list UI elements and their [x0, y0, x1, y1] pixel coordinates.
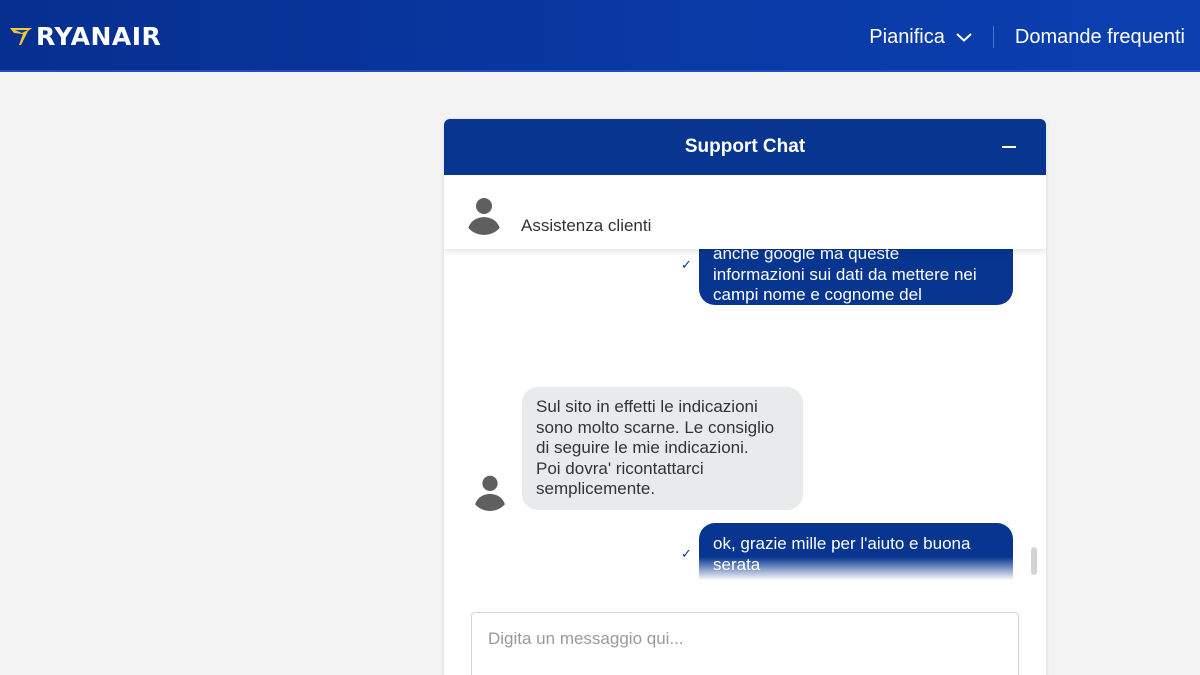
message-input[interactable]: [472, 613, 1018, 665]
message-input-box[interactable]: [471, 612, 1019, 675]
nav-divider: [992, 26, 994, 48]
main-nav: Pianifica Domande frequenti: [869, 22, 1185, 52]
chat-title: Support Chat: [684, 136, 806, 157]
user-message: anche google ma queste informazioni sui …: [699, 249, 1013, 325]
message-line: Poi dovra' ricontattarci: [536, 458, 704, 478]
message-list[interactable]: ✓ anche google ma queste informazioni su…: [444, 249, 1046, 583]
message-line: Sul sito in effetti le indicazioni: [536, 397, 758, 416]
nav-pianifica[interactable]: Pianifica: [869, 26, 973, 49]
chevron-down-icon: [955, 31, 973, 43]
support-chat-window: Support Chat Assistenza clienti ✓ anche …: [444, 119, 1046, 675]
minimize-icon[interactable]: [1002, 146, 1016, 148]
ryanair-logo[interactable]: RYANAIR: [8, 21, 162, 51]
message-line: ok, grazie mille per l'aiuto e buona: [713, 534, 971, 553]
top-navigation-bar: RYANAIR Pianifica Domande frequenti: [0, 0, 1200, 72]
message-line: di seguire le mie indicazioni.: [536, 438, 749, 457]
message-line: informazioni sui dati da mettere nei: [713, 264, 977, 284]
message-line: bambino non le ho trovate: [713, 305, 910, 325]
avatar: [470, 471, 510, 511]
user-silhouette-icon: [473, 475, 507, 511]
harp-logo-icon: [10, 28, 32, 45]
agent-name: Assistenza clienti: [521, 216, 652, 235]
message-line: sono molto scarne. Le consiglio: [536, 417, 775, 437]
message-line: semplicemente.: [536, 479, 656, 498]
agent-message: Sul sito in effetti le indicazioni sono …: [522, 387, 803, 510]
scrollbar-thumb[interactable]: [1031, 547, 1037, 575]
nav-domande-frequenti[interactable]: Domande frequenti: [1015, 26, 1185, 49]
user-silhouette-icon: [467, 198, 501, 235]
nav-faq-label: Domande frequenti: [1014, 25, 1185, 48]
chat-header: Support Chat: [444, 119, 1046, 175]
agent-info-bar: Assistenza clienti: [444, 175, 1046, 249]
check-icon: ✓: [681, 257, 692, 272]
avatar: [463, 193, 505, 235]
scroll-fade: [444, 557, 1046, 583]
message-line: anche google ma queste: [713, 249, 900, 263]
message-line: campi nome e cognome del: [713, 285, 922, 304]
brand-name: RYANAIR: [36, 21, 162, 51]
nav-pianifica-label: Pianifica: [869, 25, 945, 48]
